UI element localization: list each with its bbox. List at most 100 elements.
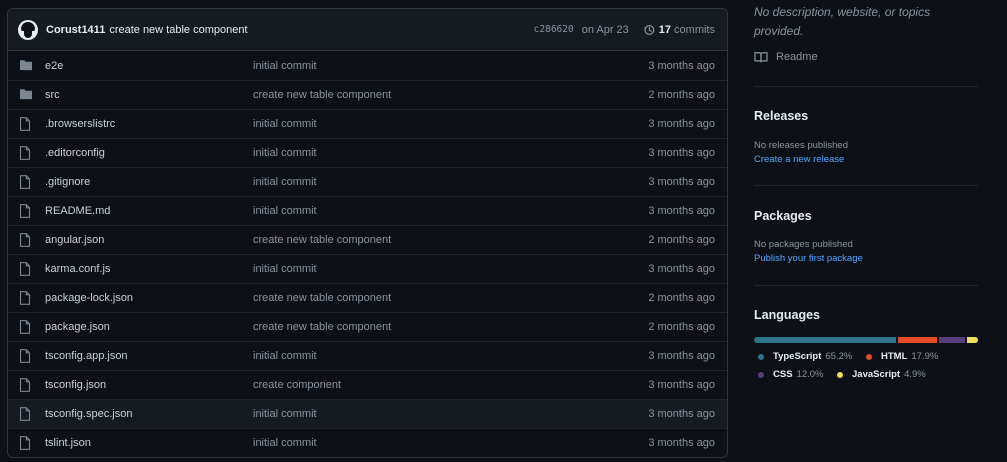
create-release-link[interactable]: Create a new release	[754, 154, 844, 165]
file-commit-message[interactable]: create new table component	[253, 292, 648, 304]
file-commit-message[interactable]: create new table component	[253, 89, 648, 101]
language-item[interactable]: HTML 17.9%	[866, 351, 938, 362]
language-bar-segment	[939, 337, 966, 343]
book-icon	[754, 52, 768, 63]
file-commit-age: 3 months ago	[648, 176, 715, 188]
publish-package-link[interactable]: Publish your first package	[754, 253, 863, 264]
file-row[interactable]: karma.conf.js initial commit 3 months ag…	[8, 254, 727, 283]
language-name: JavaScript	[852, 369, 901, 380]
file-row[interactable]: README.md initial commit 3 months ago	[8, 196, 727, 225]
file-name[interactable]: package-lock.json	[45, 292, 253, 304]
file-row[interactable]: src create new table component 2 months …	[8, 80, 727, 109]
file-name[interactable]: .editorconfig	[45, 147, 253, 159]
file-name[interactable]: README.md	[45, 205, 253, 217]
file-commit-age: 3 months ago	[648, 59, 715, 72]
file-name[interactable]: angular.json	[45, 234, 253, 246]
file-commit-age: 2 months ago	[648, 321, 715, 333]
file-name[interactable]: karma.conf.js	[45, 263, 253, 275]
file-commit-message[interactable]: create new table component	[253, 234, 648, 246]
language-percent: 4.9%	[904, 369, 926, 380]
file-icon	[19, 378, 33, 392]
file-icon	[19, 407, 33, 421]
file-commit-message[interactable]: initial commit	[253, 205, 648, 217]
history-icon	[643, 24, 655, 35]
language-dot	[866, 353, 872, 360]
language-percent: 65.2%	[825, 351, 853, 362]
divider	[754, 285, 978, 286]
commit-message[interactable]: create new table component	[109, 24, 247, 36]
readme-label: Readme	[776, 51, 818, 63]
file-row[interactable]: package-lock.json create new table compo…	[8, 283, 727, 312]
language-bar	[754, 337, 978, 343]
repo-description-line: provided.	[754, 24, 804, 38]
file-commit-message[interactable]: create new table component	[253, 321, 648, 333]
file-commit-message[interactable]: initial commit	[253, 147, 648, 159]
releases-title[interactable]: Releases	[754, 109, 808, 123]
file-commit-message[interactable]: initial commit	[253, 408, 648, 420]
file-row[interactable]: angular.json create new table component …	[8, 225, 727, 254]
file-icon	[19, 146, 33, 160]
commit-history-link[interactable]: 17 commits	[643, 24, 715, 36]
repo-description-line: No description, website, or topics	[754, 5, 931, 19]
file-name[interactable]: .browserslistrc	[45, 118, 253, 130]
language-name: TypeScript	[773, 351, 822, 362]
file-commit-message[interactable]: create component	[253, 379, 648, 391]
commit-sha[interactable]: c286620	[534, 24, 574, 35]
file-row[interactable]: tsconfig.spec.json initial commit 3 mont…	[8, 399, 727, 428]
file-row[interactable]: tsconfig.json create component 3 months …	[8, 370, 727, 399]
file-name[interactable]: tsconfig.spec.json	[45, 408, 253, 420]
file-icon	[19, 262, 33, 276]
file-name[interactable]: tsconfig.json	[45, 379, 253, 391]
language-item[interactable]: CSS 12.0%	[758, 369, 823, 380]
file-commit-message[interactable]: initial commit	[253, 263, 648, 275]
file-icon	[19, 349, 33, 363]
file-icon	[19, 204, 33, 218]
file-row[interactable]: package.json create new table component …	[8, 312, 727, 341]
file-row[interactable]: .browserslistrc initial commit 3 months …	[8, 109, 727, 138]
commit-count-label: commits	[674, 23, 715, 36]
file-icon	[19, 320, 33, 334]
file-commit-message[interactable]: initial commit	[253, 437, 648, 449]
readme-link[interactable]: Readme	[754, 51, 818, 63]
language-percent: 17.9%	[911, 351, 939, 362]
commit-date[interactable]: on Apr 23	[582, 24, 629, 36]
folder-icon	[19, 88, 33, 102]
file-commit-age: 3 months ago	[648, 263, 715, 275]
file-commit-message[interactable]: initial commit	[253, 350, 648, 362]
file-commit-message[interactable]: initial commit	[253, 118, 648, 130]
divider	[754, 185, 978, 186]
avatar[interactable]	[18, 19, 38, 40]
file-row[interactable]: tsconfig.app.json initial commit 3 month…	[8, 341, 727, 370]
packages-status: No packages published	[754, 239, 853, 250]
language-item[interactable]: TypeScript 65.2%	[758, 351, 852, 362]
file-icon	[19, 233, 33, 247]
file-row[interactable]: tslint.json initial commit 3 months ago	[8, 428, 727, 457]
commit-author[interactable]: Corust1411	[46, 24, 105, 36]
file-name[interactable]: package.json	[45, 321, 253, 333]
file-list: e2e initial commit 3 months ago src crea…	[8, 51, 727, 457]
file-row[interactable]: .editorconfig initial commit 3 months ag…	[8, 138, 727, 167]
language-item[interactable]: JavaScript 4.9%	[837, 369, 926, 380]
packages-title[interactable]: Packages	[754, 209, 812, 223]
language-dot	[758, 353, 764, 360]
file-commit-message[interactable]: initial commit	[253, 176, 648, 188]
file-row[interactable]: e2e initial commit 3 months ago	[8, 51, 727, 80]
file-name[interactable]: tslint.json	[45, 437, 253, 449]
language-name: HTML	[881, 351, 908, 362]
file-commit-age: 3 months ago	[648, 350, 715, 362]
language-dot	[758, 371, 764, 378]
language-dot	[837, 371, 843, 378]
file-commit-age: 3 months ago	[648, 437, 715, 449]
file-commit-message[interactable]: initial commit	[253, 60, 648, 72]
language-name: CSS	[773, 369, 793, 380]
file-name[interactable]: tsconfig.app.json	[45, 350, 253, 362]
file-name[interactable]: .gitignore	[45, 176, 253, 188]
file-name[interactable]: src	[45, 89, 253, 101]
folder-icon	[19, 59, 33, 73]
file-row[interactable]: .gitignore initial commit 3 months ago	[8, 167, 727, 196]
file-commit-age: 3 months ago	[648, 408, 715, 420]
languages-title: Languages	[754, 308, 820, 322]
divider	[754, 86, 978, 87]
file-name[interactable]: e2e	[45, 60, 253, 72]
file-commit-age: 2 months ago	[648, 89, 715, 101]
